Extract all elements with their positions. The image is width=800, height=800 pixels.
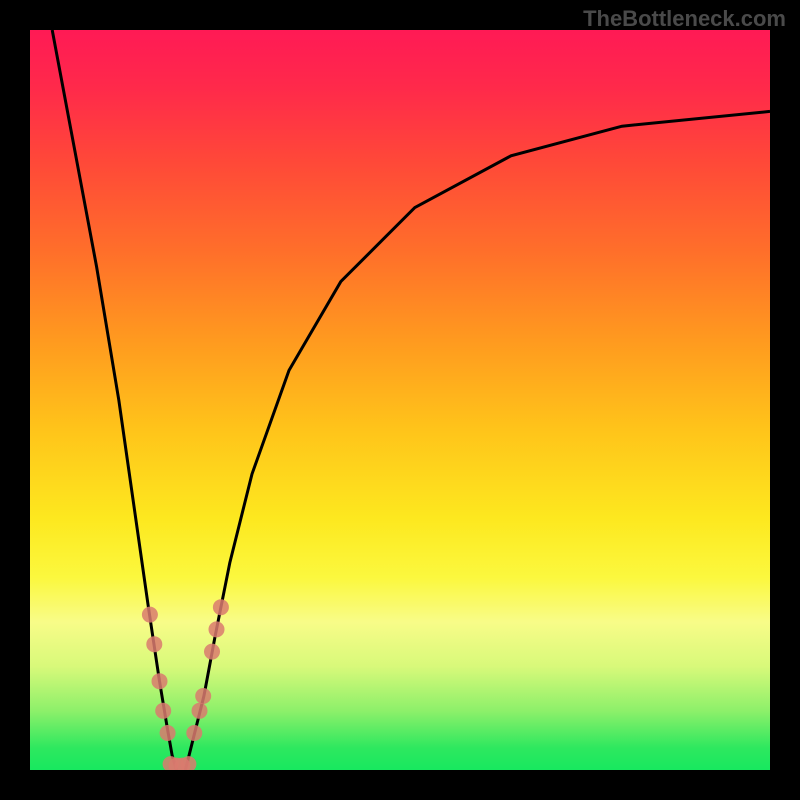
curve-right-branch: [185, 111, 770, 770]
watermark-text: TheBottleneck.com: [583, 6, 786, 32]
data-marker: [204, 644, 220, 660]
data-marker: [142, 607, 158, 623]
data-marker: [192, 703, 208, 719]
curve-left-branch: [52, 30, 176, 770]
data-marker: [155, 703, 171, 719]
chart-plot-area: [30, 30, 770, 770]
data-marker: [160, 725, 176, 741]
data-marker: [195, 688, 211, 704]
data-marker: [146, 636, 162, 652]
data-marker: [152, 673, 168, 689]
marker-group: [142, 599, 229, 770]
chart-svg: [30, 30, 770, 770]
data-marker: [186, 725, 202, 741]
data-marker: [213, 599, 229, 615]
data-marker: [209, 621, 225, 637]
